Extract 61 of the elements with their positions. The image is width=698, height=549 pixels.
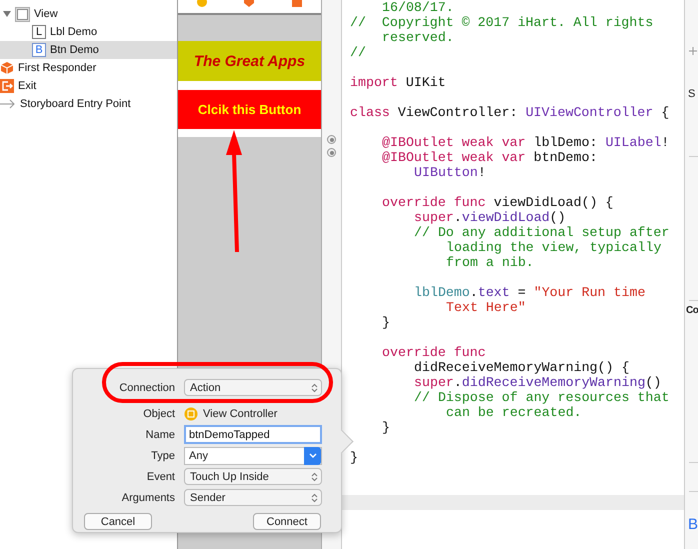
object-value: View Controller bbox=[203, 408, 278, 420]
cancel-button[interactable]: Cancel bbox=[84, 513, 152, 530]
outline-item[interactable]: L Lbl Demo bbox=[0, 23, 177, 41]
arrow-icon bbox=[0, 99, 16, 109]
code-line: // Copyright © 2017 iHart. All rights bbox=[350, 15, 654, 30]
name-input-field[interactable]: btnDemoTapped bbox=[184, 425, 322, 444]
code-line: @IBOutlet weak var btnDemo: bbox=[381, 150, 598, 165]
view-controller-icon bbox=[196, 0, 207, 8]
code-line: didReceiveMemoryWarning() { bbox=[413, 360, 630, 375]
outline-item[interactable]: Exit bbox=[0, 77, 177, 95]
field-label: Name bbox=[144, 428, 175, 440]
code-line: lblDemo.text = "Your Run time bbox=[413, 285, 646, 300]
chevron-icon bbox=[311, 492, 318, 502]
view-controller-icon bbox=[184, 406, 198, 420]
code-line: import UIKit bbox=[350, 75, 447, 90]
inspector-text: Co bbox=[686, 305, 698, 316]
code-line: override func viewDidLoad() { bbox=[381, 195, 614, 210]
code-line: class ViewController: UIViewController { bbox=[350, 105, 670, 120]
code-line: 16/08/17. bbox=[381, 0, 455, 15]
inspector-text: B bbox=[688, 516, 698, 533]
popup-button[interactable]: Sender bbox=[184, 489, 322, 506]
code-line: override func bbox=[381, 345, 487, 360]
code-line: // bbox=[350, 45, 367, 60]
code-line: can be recreated. bbox=[445, 405, 583, 420]
code-line: // Do any additional setup after bbox=[413, 225, 670, 240]
code-line: UIButton! bbox=[413, 165, 487, 180]
field-label: Connection bbox=[118, 382, 175, 394]
field-label: Event bbox=[146, 470, 175, 482]
popup-button[interactable]: Action bbox=[184, 379, 322, 396]
inspector-text: S bbox=[688, 88, 696, 100]
outline-item[interactable]: First Responder bbox=[0, 59, 177, 77]
object-type-icon: L bbox=[32, 25, 46, 39]
code-line: } bbox=[381, 315, 391, 330]
combo-box[interactable]: Any bbox=[184, 446, 322, 464]
popup-button[interactable]: Touch Up Inside bbox=[184, 468, 322, 485]
code-line: reserved. bbox=[381, 30, 455, 45]
cube-icon bbox=[244, 0, 254, 8]
exit-icon bbox=[292, 0, 302, 8]
field-label: Type bbox=[150, 450, 175, 462]
code-line: loading the view, typically bbox=[445, 240, 662, 255]
outline-item[interactable]: B Btn Demo bbox=[0, 41, 177, 59]
title-label: The Great Apps bbox=[178, 41, 321, 81]
demo-button[interactable]: Clcik this Button bbox=[178, 90, 321, 129]
code-line: from a nib. bbox=[445, 255, 535, 270]
code-line: Text Here" bbox=[445, 300, 527, 315]
view-icon bbox=[15, 6, 30, 22]
outline-item[interactable]: Storyboard Entry Point bbox=[0, 95, 177, 113]
code-line: } bbox=[350, 450, 359, 465]
code-line: @IBOutlet weak var lblDemo: UILabel! bbox=[381, 135, 670, 150]
chevron-icon bbox=[311, 382, 318, 392]
code-line: } bbox=[381, 420, 391, 435]
chevron-icon bbox=[311, 472, 318, 482]
plus-icon[interactable] bbox=[689, 47, 697, 55]
field-label: Object bbox=[142, 408, 175, 420]
connect-button[interactable]: Connect bbox=[253, 513, 321, 530]
code-line: super.didReceiveMemoryWarning() bbox=[413, 375, 662, 390]
object-type-icon: B bbox=[32, 43, 46, 57]
outline-item[interactable]: View bbox=[0, 5, 177, 23]
code-line: super.viewDidLoad() bbox=[413, 210, 567, 225]
code-line: // Dispose of any resources that bbox=[413, 390, 670, 405]
field-label: Arguments bbox=[120, 492, 175, 504]
